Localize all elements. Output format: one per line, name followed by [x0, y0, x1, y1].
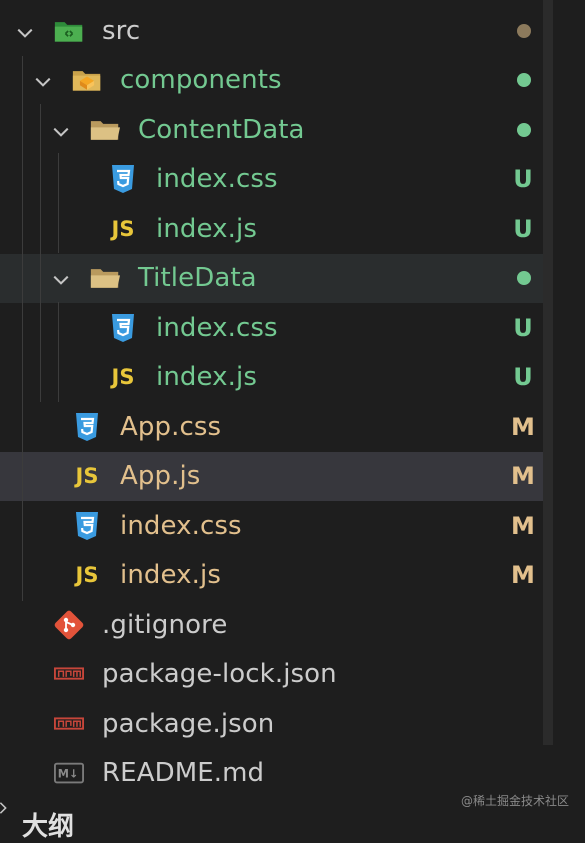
file-label: index.js: [156, 213, 257, 244]
file-label: package-lock.json: [102, 659, 337, 690]
indent-guide: [58, 302, 59, 402]
css-file-icon: [72, 412, 102, 442]
file-label: App.js: [120, 461, 201, 492]
indent-guide: [58, 153, 59, 253]
js-file-icon: JS: [75, 464, 99, 489]
folder-titledata-label: TitleData: [138, 263, 257, 294]
file-contentdata-index-css[interactable]: index.css U: [0, 155, 545, 205]
file-label: index.css: [120, 510, 242, 541]
css-file-icon: [72, 511, 102, 541]
git-status-badge: M: [511, 412, 535, 441]
chevron-right-icon[interactable]: [0, 800, 10, 819]
folder-components-icon: [72, 65, 102, 95]
git-status-badge: U: [513, 165, 533, 194]
file-gitignore[interactable]: .gitignore: [0, 600, 545, 650]
git-status-badge: U: [513, 313, 533, 342]
folder-contentdata[interactable]: ContentData: [0, 105, 545, 155]
chevron-down-icon[interactable]: [52, 123, 69, 137]
file-label: App.css: [120, 411, 222, 442]
folder-src[interactable]: src: [0, 6, 545, 56]
file-label: index.css: [156, 164, 278, 195]
file-readme-md[interactable]: M↓ README.md: [0, 749, 545, 799]
status-dot: [517, 271, 531, 286]
git-status-badge: M: [511, 462, 535, 491]
markdown-icon: M↓: [54, 758, 84, 788]
status-dot: [517, 73, 531, 88]
npm-icon: [54, 659, 84, 689]
chevron-down-icon[interactable]: [16, 24, 33, 38]
file-label: .gitignore: [102, 609, 228, 640]
file-label: README.md: [102, 758, 265, 789]
file-contentdata-index-js[interactable]: JS index.js U: [0, 204, 545, 254]
outline-section-title[interactable]: 大纲: [22, 806, 74, 843]
git-status-badge: U: [513, 363, 533, 392]
js-file-icon: JS: [111, 216, 135, 241]
file-label: package.json: [102, 708, 275, 739]
folder-src-label: src: [102, 15, 141, 46]
chevron-down-icon[interactable]: [34, 73, 51, 88]
file-label: index.css: [156, 312, 278, 343]
file-index-css[interactable]: index.css M: [0, 501, 545, 551]
folder-src-icon: [54, 16, 84, 46]
file-package-lock-json[interactable]: package-lock.json: [0, 650, 545, 700]
status-dot: [517, 122, 531, 137]
file-explorer-tree: src components ContentData index.css U J…: [0, 6, 545, 798]
indent-guide: [40, 104, 41, 402]
js-file-icon: JS: [75, 563, 99, 588]
js-file-icon: JS: [111, 365, 135, 390]
file-app-js[interactable]: JS App.js M: [0, 451, 545, 501]
folder-titledata[interactable]: TitleData: [0, 253, 545, 303]
indent-guide: [22, 56, 23, 601]
file-app-css[interactable]: App.css M: [0, 402, 545, 452]
file-package-json[interactable]: package.json: [0, 699, 545, 749]
file-index-js[interactable]: JS index.js M: [0, 551, 545, 601]
git-status-badge: M: [511, 511, 535, 540]
file-label: index.js: [120, 560, 221, 591]
scrollbar-track[interactable]: [543, 0, 553, 745]
watermark: @稀土掘金技术社区: [460, 794, 569, 808]
npm-icon: [54, 709, 84, 739]
chevron-down-icon[interactable]: [52, 271, 69, 286]
folder-contentdata-label: ContentData: [138, 114, 305, 145]
css-file-icon: [108, 313, 138, 343]
markdown-icon-text: M↓: [58, 768, 79, 781]
folder-components[interactable]: components: [0, 56, 545, 106]
css-file-icon: [108, 164, 138, 194]
file-titledata-index-js[interactable]: JS index.js U: [0, 353, 545, 403]
git-status-badge: M: [511, 561, 535, 590]
file-label: index.js: [156, 362, 257, 393]
git-icon: [54, 610, 84, 640]
folder-open-icon: [90, 263, 120, 293]
folder-components-label: components: [120, 65, 282, 96]
folder-open-icon: [90, 115, 120, 145]
file-titledata-index-css[interactable]: index.css U: [0, 303, 545, 353]
git-status-badge: U: [513, 214, 533, 243]
status-dot: [517, 23, 531, 38]
